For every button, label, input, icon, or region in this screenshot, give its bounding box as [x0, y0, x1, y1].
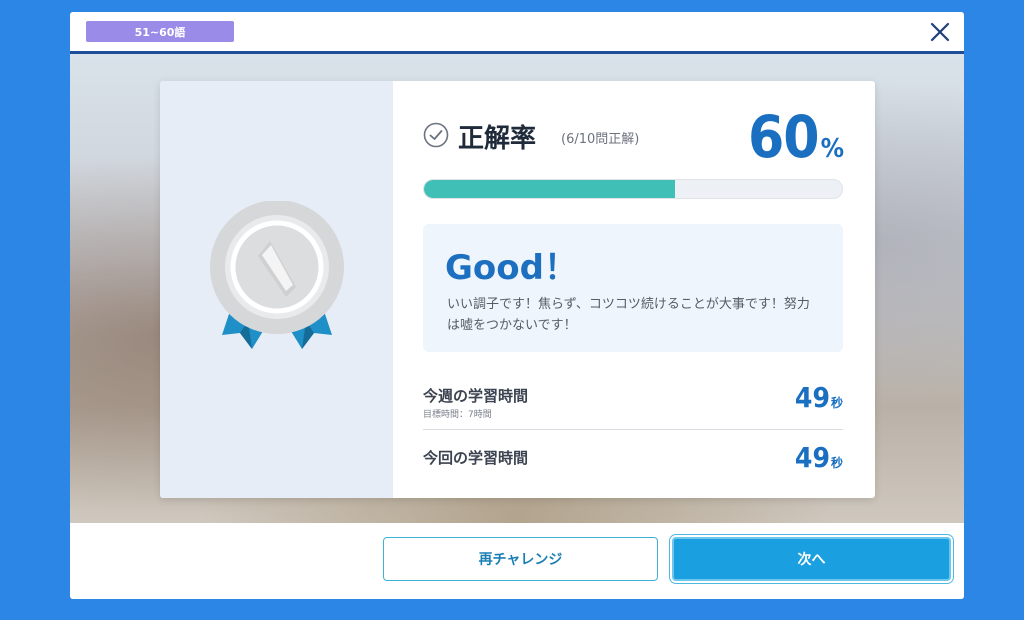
- background-photo: 正解率 (6/10問正解) 60% Good！ いい調子です！焦らず、コツコツ続…: [70, 54, 964, 523]
- weekly-study-value: 49秒: [795, 381, 843, 414]
- accuracy-value: 60%: [747, 103, 844, 171]
- weekly-study-label: 今週の学習時間: [423, 387, 529, 405]
- retry-button[interactable]: 再チャレンジ: [383, 537, 658, 581]
- session-study-number: 49: [794, 441, 830, 474]
- close-button[interactable]: [928, 20, 952, 44]
- feedback-message: いい調子です！焦らず、コツコツ続けることが大事です！努力は嘘をつかないです！: [447, 297, 810, 333]
- weekly-study-unit: 秒: [830, 396, 843, 410]
- silver-medal-icon: [210, 201, 344, 349]
- word-range-badge: 51~60語: [86, 21, 234, 42]
- result-card: 正解率 (6/10問正解) 60% Good！ いい調子です！焦らず、コツコツ続…: [160, 81, 875, 498]
- progress-fill: [424, 180, 675, 198]
- session-study-time: 今回の学習時間 49秒: [423, 441, 843, 487]
- accuracy-title: 正解率: [458, 124, 537, 154]
- weekly-study-number: 49: [794, 381, 830, 414]
- weekly-goal-note: 目標時間：7時間: [423, 410, 492, 420]
- accuracy-unit: %: [820, 134, 844, 164]
- accuracy-progress-bar: [423, 179, 843, 199]
- dialog-header: 51~60語: [70, 12, 964, 51]
- weekly-study-time: 今週の学習時間 目標時間：7時間 49秒: [423, 379, 843, 430]
- session-study-value: 49秒: [795, 441, 843, 474]
- feedback-title: Good！: [445, 248, 578, 288]
- result-info: 正解率 (6/10問正解) 60% Good！ いい調子です！焦らず、コツコツ続…: [393, 81, 875, 498]
- check-circle-icon: [423, 122, 449, 148]
- accuracy-row: 正解率 (6/10問正解) 60%: [423, 103, 844, 171]
- dialog-footer: 再チャレンジ 次へ: [70, 523, 964, 599]
- feedback-box: Good！ いい調子です！焦らず、コツコツ続けることが大事です！努力は嘘をつかな…: [423, 224, 843, 352]
- close-icon: [930, 22, 950, 42]
- session-study-label: 今回の学習時間: [423, 449, 529, 467]
- medal-panel: [160, 81, 393, 498]
- session-study-unit: 秒: [830, 456, 843, 470]
- accuracy-number: 60: [747, 103, 820, 171]
- correct-count: (6/10問正解): [561, 132, 640, 147]
- next-button[interactable]: 次へ: [672, 537, 951, 581]
- result-dialog: 51~60語 正解率 (6/10問正解) 60% Good！ いい調子です！焦ら…: [70, 12, 964, 599]
